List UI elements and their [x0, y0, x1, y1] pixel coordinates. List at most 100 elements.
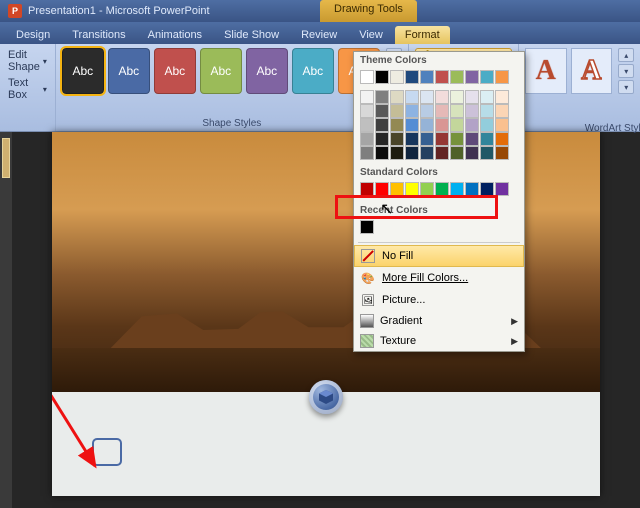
gradient-fill-item[interactable]: Gradient ▶ [354, 311, 524, 331]
color-swatch[interactable] [450, 132, 464, 146]
action-button[interactable] [309, 380, 343, 414]
color-swatch[interactable] [375, 146, 389, 160]
color-swatch[interactable] [465, 90, 479, 104]
color-swatch[interactable] [420, 70, 434, 84]
no-fill-item[interactable]: No Fill [354, 245, 524, 267]
color-swatch[interactable] [360, 220, 374, 234]
color-swatch[interactable] [450, 104, 464, 118]
more-colors-item[interactable]: 🎨 More Fill Colors... [354, 267, 524, 289]
color-swatch[interactable] [420, 182, 434, 196]
tab-design[interactable]: Design [6, 26, 60, 44]
color-swatch[interactable] [420, 146, 434, 160]
color-swatch[interactable] [435, 118, 449, 132]
color-swatch[interactable] [420, 132, 434, 146]
text-box-button[interactable]: Text Box ▾ [6, 76, 49, 102]
color-swatch[interactable] [390, 70, 404, 84]
tab-transitions[interactable]: Transitions [62, 26, 135, 44]
color-swatch[interactable] [495, 182, 509, 196]
color-swatch[interactable] [480, 132, 494, 146]
gallery-down-button[interactable]: ▾ [618, 64, 634, 78]
color-swatch[interactable] [405, 70, 419, 84]
color-swatch[interactable] [390, 104, 404, 118]
shape-style-gallery[interactable]: Abc Abc Abc Abc Abc Abc Abc ▴ ▾ ▾ [62, 48, 402, 94]
color-swatch[interactable] [480, 182, 494, 196]
color-swatch[interactable] [465, 104, 479, 118]
color-swatch[interactable] [375, 182, 389, 196]
color-swatch[interactable] [480, 146, 494, 160]
color-swatch[interactable] [465, 132, 479, 146]
tab-slideshow[interactable]: Slide Show [214, 26, 289, 44]
color-swatch[interactable] [480, 90, 494, 104]
color-swatch[interactable] [375, 104, 389, 118]
slide-thumbnail[interactable] [2, 138, 10, 178]
color-swatch[interactable] [450, 182, 464, 196]
tab-animations[interactable]: Animations [138, 26, 212, 44]
color-swatch[interactable] [450, 118, 464, 132]
gallery-more-button[interactable]: ▾ [618, 80, 634, 94]
thumbnail-pane[interactable] [0, 132, 12, 508]
color-swatch[interactable] [480, 70, 494, 84]
color-swatch[interactable] [435, 132, 449, 146]
color-swatch[interactable] [390, 90, 404, 104]
color-swatch[interactable] [405, 182, 419, 196]
color-swatch[interactable] [420, 104, 434, 118]
color-swatch[interactable] [390, 146, 404, 160]
color-swatch[interactable] [405, 118, 419, 132]
color-swatch[interactable] [480, 118, 494, 132]
edit-shape-button[interactable]: Edit Shape ▾ [6, 48, 49, 74]
color-swatch[interactable] [420, 90, 434, 104]
tab-view[interactable]: View [349, 26, 393, 44]
color-swatch[interactable] [360, 104, 374, 118]
shape-style-swatch[interactable]: Abc [246, 48, 288, 94]
recent-colors-row[interactable] [354, 218, 524, 240]
color-swatch[interactable] [495, 90, 509, 104]
color-swatch[interactable] [435, 146, 449, 160]
theme-colors-grid[interactable] [354, 68, 524, 88]
tab-review[interactable]: Review [291, 26, 347, 44]
shape-style-swatch[interactable]: Abc [292, 48, 334, 94]
color-swatch[interactable] [375, 70, 389, 84]
color-swatch[interactable] [495, 70, 509, 84]
color-swatch[interactable] [480, 104, 494, 118]
shape-style-swatch[interactable]: Abc [108, 48, 150, 94]
color-swatch[interactable] [405, 104, 419, 118]
color-swatch[interactable] [465, 70, 479, 84]
color-swatch[interactable] [360, 132, 374, 146]
color-swatch[interactable] [435, 182, 449, 196]
color-swatch[interactable] [465, 146, 479, 160]
color-swatch[interactable] [435, 70, 449, 84]
color-swatch[interactable] [420, 118, 434, 132]
color-swatch[interactable] [450, 90, 464, 104]
color-swatch[interactable] [390, 132, 404, 146]
color-swatch[interactable] [495, 118, 509, 132]
color-swatch[interactable] [405, 90, 419, 104]
color-swatch[interactable] [405, 132, 419, 146]
color-swatch[interactable] [360, 182, 374, 196]
color-swatch[interactable] [495, 132, 509, 146]
color-swatch[interactable] [465, 182, 479, 196]
gallery-up-button[interactable]: ▴ [618, 48, 634, 62]
wordart-swatch[interactable]: A [571, 48, 613, 94]
color-swatch[interactable] [360, 90, 374, 104]
color-swatch[interactable] [390, 182, 404, 196]
shape-style-swatch[interactable]: Abc [200, 48, 242, 94]
color-swatch[interactable] [450, 70, 464, 84]
color-swatch[interactable] [360, 70, 374, 84]
color-swatch[interactable] [465, 118, 479, 132]
color-swatch[interactable] [495, 146, 509, 160]
shape-style-swatch[interactable]: Abc [62, 48, 104, 94]
color-swatch[interactable] [495, 104, 509, 118]
color-swatch[interactable] [375, 132, 389, 146]
texture-fill-item[interactable]: Texture ▶ [354, 331, 524, 351]
tab-format[interactable]: Format [395, 26, 450, 44]
color-swatch[interactable] [360, 146, 374, 160]
color-swatch[interactable] [375, 118, 389, 132]
picture-fill-item[interactable]: 🖼 Picture... [354, 289, 524, 311]
color-swatch[interactable] [375, 90, 389, 104]
theme-shades-grid[interactable] [354, 88, 524, 164]
color-swatch[interactable] [450, 146, 464, 160]
color-swatch[interactable] [390, 118, 404, 132]
color-swatch[interactable] [360, 118, 374, 132]
color-swatch[interactable] [405, 146, 419, 160]
wordart-swatch[interactable]: A [525, 48, 567, 94]
